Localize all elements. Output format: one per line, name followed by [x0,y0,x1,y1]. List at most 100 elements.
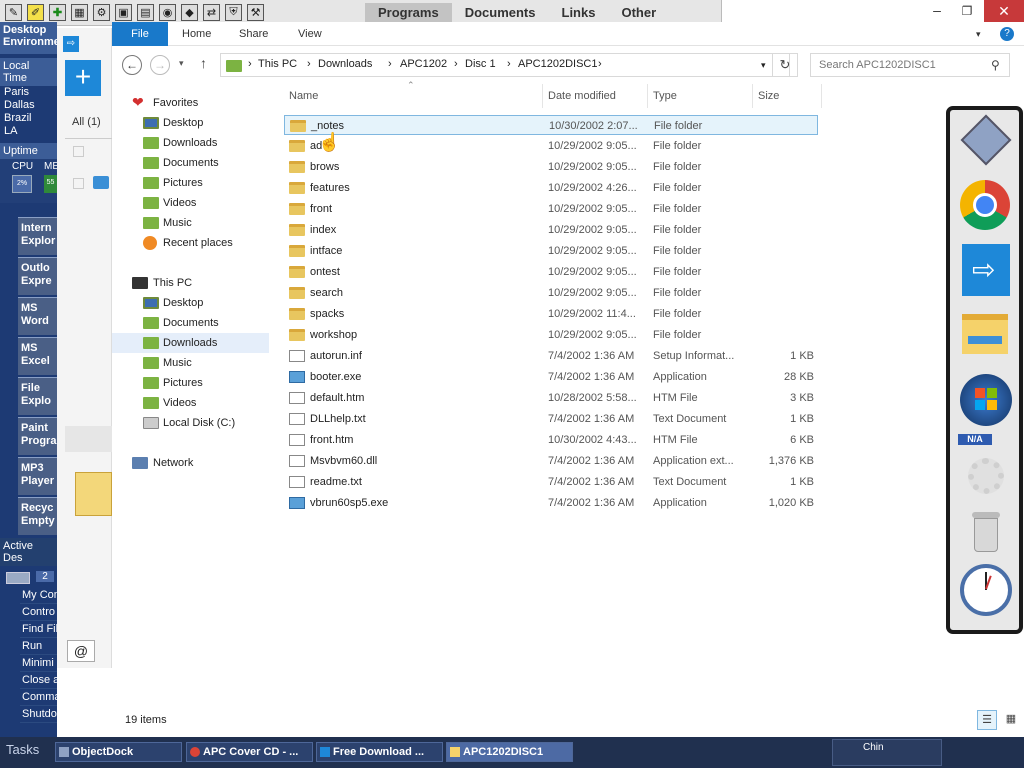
tab-links[interactable]: Links [549,3,609,22]
tab-other[interactable]: Other [608,3,669,22]
file-row[interactable]: front.htm 10/30/2002 4:43... HTM File 6 KB [284,430,818,450]
back-button[interactable]: ← [122,55,142,75]
address-dropdown-icon[interactable]: ▾ [761,60,766,71]
launcher-recycle-empty[interactable]: Recyc Empty [18,497,57,535]
file-row[interactable]: default.htm 10/28/2002 5:58... HTM File 3 K… [284,388,818,408]
file-row[interactable]: ontest 10/29/2002 9:05... File folder [284,262,818,282]
file-row[interactable]: index 10/29/2002 9:05... File folder [284,220,818,240]
windows-icon[interactable] [958,372,1012,426]
help-icon[interactable]: ? [1000,27,1014,41]
free-download-icon[interactable]: ⇨ [958,242,1012,296]
launcher-ms-excel[interactable]: MS Excel [18,337,57,375]
paint-icon[interactable]: ✎ [5,4,22,21]
file-explorer-icon[interactable] [958,306,1012,360]
nav-fav-music[interactable]: Music [112,213,269,233]
menu-find-files[interactable]: Find Fil [20,621,57,638]
column-type[interactable]: Type [653,90,677,102]
file-row[interactable]: search 10/29/2002 9:05... File folder [284,283,818,303]
task-apc-cover[interactable]: APC Cover CD - ... [186,742,313,762]
calculator-icon[interactable]: ▦ [71,4,88,21]
nav-this-pc[interactable]: This PC [112,273,269,293]
menu-run[interactable]: Run [20,638,57,655]
column-date-modified[interactable]: Date modified [548,90,616,102]
up-button[interactable]: ↑ [200,55,207,71]
nav-fav-downloads[interactable]: Downloads [112,133,269,153]
media-icon[interactable]: ◆ [181,4,198,21]
file-row[interactable]: DLLhelp.txt 7/4/2002 1:36 AM Text Document… [284,409,818,429]
tab-documents[interactable]: Documents [452,3,549,22]
column-size[interactable]: Size [758,90,779,102]
file-row[interactable]: booter.exe 7/4/2002 1:36 AM Application 28 … [284,367,818,387]
menu-control-panel[interactable]: Contro [20,604,57,621]
settings-icon[interactable] [958,448,1012,502]
folder-zip-icon[interactable] [75,472,112,516]
nav-pc-downloads[interactable]: Downloads [112,333,269,353]
menu-shutdown[interactable]: Shutdown [20,706,57,723]
tab-programs[interactable]: Programs [365,3,452,22]
nav-fav-desktop[interactable]: Desktop [112,113,269,133]
forward-button[interactable]: → [150,55,170,75]
restore-button[interactable]: ❐ [954,2,980,20]
menu-my-computer[interactable]: My Com [20,587,57,604]
tab-share[interactable]: Share [239,22,268,46]
file-row[interactable]: spacks 10/29/2002 11:4... File folder [284,304,818,324]
nav-fav-documents[interactable]: Documents [112,153,269,173]
nav-pc-desktop[interactable]: Desktop [112,293,269,313]
objectdock-icon[interactable] [958,114,1012,168]
launcher-paint[interactable]: Paint Progra [18,417,57,455]
snail-icon[interactable]: @ [67,640,95,662]
mini-checkbox[interactable] [73,178,84,189]
file-row[interactable]: vbrun60sp5.exe 7/4/2002 1:36 AM Applicatio… [284,493,818,513]
plugin-icon[interactable]: ⚒ [247,4,264,21]
menu-close-all[interactable]: Close all [20,672,57,689]
nav-fav-pictures[interactable]: Pictures [112,173,269,193]
search-icon[interactable]: ⚲ [991,58,1000,72]
address-box[interactable]: › This PC › Downloads › APC1202 › Disc 1… [220,53,790,77]
file-row[interactable]: brows 10/29/2002 9:05... File folder [284,157,818,177]
crumb-apc1202disc1[interactable]: APC1202DISC1 [518,58,598,70]
close-button[interactable]: ✕ [984,0,1024,22]
crumb-downloads[interactable]: Downloads [318,58,372,70]
nav-network[interactable]: Network [112,453,269,473]
pager-number[interactable]: 2 [36,571,54,582]
document-icon[interactable]: ▤ [137,4,154,21]
mini-app-icon[interactable]: ⇨ [63,36,79,52]
tools-icon[interactable]: ⚙ [93,4,110,21]
file-row[interactable]: readme.txt 7/4/2002 1:36 AM Text Document 1… [284,472,818,492]
file-row[interactable]: intface 10/29/2002 9:05... File folder [284,241,818,261]
web-icon[interactable]: ◉ [159,4,176,21]
add-icon[interactable]: ✚ [49,4,66,21]
crumb-this-pc[interactable]: This PC [258,58,297,70]
folder-icon[interactable] [93,176,109,189]
menu-minimize[interactable]: Minimi [20,655,57,672]
details-view-button[interactable]: ☰ [977,710,997,730]
nav-favorites[interactable]: ❤ Favorites [112,93,269,113]
task-objectdock[interactable]: ObjectDock [55,742,182,762]
search-input[interactable]: Search APC1202DISC1 [819,59,936,71]
mini-checkbox[interactable] [73,146,84,157]
nav-pc-music[interactable]: Music [112,353,269,373]
crumb-apc1202[interactable]: APC1202 [400,58,447,70]
nav-pc-videos[interactable]: Videos [112,393,269,413]
launcher-outlook-express[interactable]: Outlo Expre [18,257,57,295]
tab-file[interactable]: File [112,22,168,46]
nav-fav-videos[interactable]: Videos [112,193,269,213]
large-icons-view-button[interactable]: ▦ [1001,710,1021,730]
file-row[interactable]: features 10/29/2002 4:26... File folder [284,178,818,198]
recent-locations-icon[interactable]: ▾ [179,58,184,69]
file-row[interactable]: autorun.inf 7/4/2002 1:36 AM Setup Informa… [284,346,818,366]
crumb-disc1[interactable]: Disc 1 [465,58,496,70]
clock-icon[interactable] [958,562,1012,616]
pager-slot[interactable] [6,572,30,584]
image-icon[interactable]: ▣ [115,4,132,21]
launcher-mp3-player[interactable]: MP3 Player [18,457,57,495]
file-row[interactable]: front 10/29/2002 9:05... File folder [284,199,818,219]
nav-pc-local-disk[interactable]: Local Disk (C:) [112,413,269,433]
file-row[interactable]: _notes 10/30/2002 2:07... File folder [284,115,818,135]
recycle-bin-icon[interactable] [958,506,1012,560]
desktop-pager[interactable]: 2 [0,569,57,587]
tab-all[interactable]: All (1) [72,116,101,128]
network-icon[interactable]: ⇄ [203,4,220,21]
search-box[interactable]: Search APC1202DISC1 ⚲ [810,53,1010,77]
launcher-ms-word[interactable]: MS Word [18,297,57,335]
